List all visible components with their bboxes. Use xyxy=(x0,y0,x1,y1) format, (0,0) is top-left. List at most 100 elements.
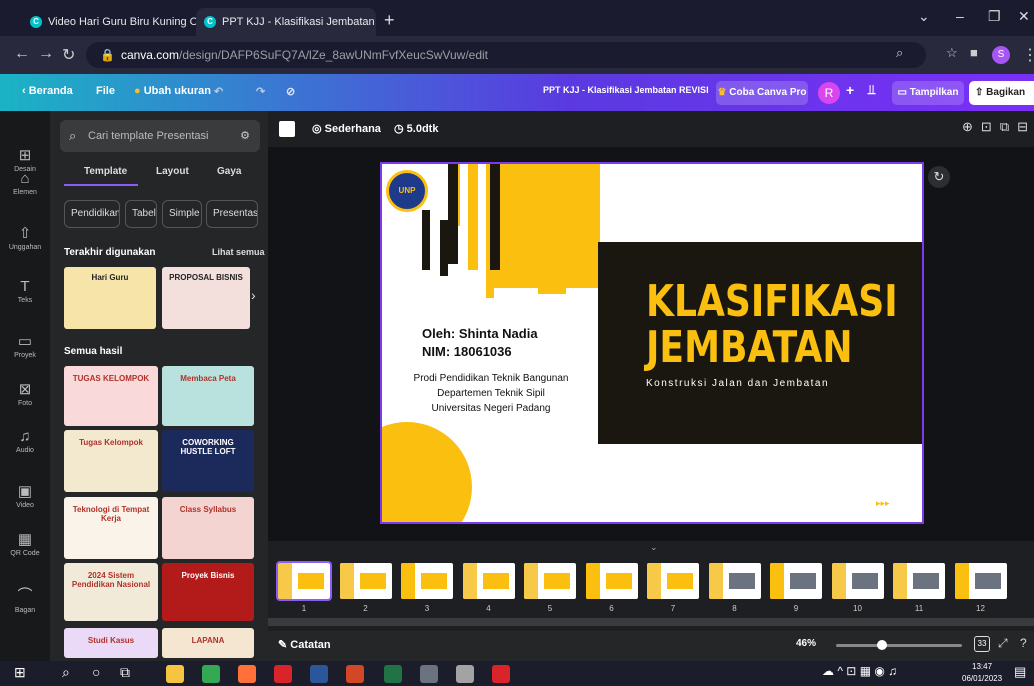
timing-button[interactable]: ◷ 5.0dtk xyxy=(394,122,438,135)
rail-item-elemen[interactable]: ⌂ Elemen xyxy=(0,170,50,196)
page-thumbnail[interactable] xyxy=(893,563,945,599)
powerpoint-icon[interactable] xyxy=(346,665,364,683)
page-thumbnail[interactable] xyxy=(831,563,884,599)
tab-layout[interactable]: Layout xyxy=(156,166,189,177)
template-result-thumb[interactable]: Proyek Bisnis xyxy=(162,563,254,621)
close-window-icon[interactable]: ✕ xyxy=(1018,8,1030,25)
help-icon[interactable]: ? xyxy=(1020,636,1027,650)
maximize-icon[interactable]: ❐ xyxy=(988,8,1001,25)
excel-icon[interactable] xyxy=(384,665,402,683)
filmstrip-scrollbar[interactable] xyxy=(268,618,1034,626)
cloud-save-icon[interactable]: ⊘ xyxy=(286,85,295,98)
slide-subtitle[interactable]: Konstruksi Jalan dan Jembatan xyxy=(646,378,829,389)
page-thumbnail[interactable] xyxy=(339,563,392,599)
windows-start-icon[interactable]: ⊞ xyxy=(14,664,26,681)
pdf-icon[interactable] xyxy=(492,665,510,683)
undo-icon[interactable]: ↶ xyxy=(214,85,223,98)
tab-style[interactable]: Gaya xyxy=(217,166,241,177)
carousel-next-icon[interactable]: › xyxy=(251,287,256,303)
browser-tab-active[interactable]: C PPT KJJ - Klasifikasi Jembatan RE ✕ xyxy=(196,8,376,36)
notifications-icon[interactable]: ▤ xyxy=(1014,664,1026,680)
slide-affiliation[interactable]: Prodi Pendidikan Teknik Bangunan Departe… xyxy=(396,371,586,416)
page-count-button[interactable]: 33 xyxy=(974,636,990,652)
tab-template[interactable]: Template xyxy=(84,166,127,177)
rail-item-desain[interactable]: ⊞ Desain xyxy=(0,146,50,173)
reload-icon[interactable]: ↻ xyxy=(62,45,75,65)
url-input[interactable]: 🔒 canva.com/design/DAFP6SuFQ7A/lZe_8awUNm… xyxy=(86,42,926,68)
acrobat-icon[interactable] xyxy=(274,665,292,683)
page-thumbnail[interactable] xyxy=(954,563,1007,599)
app-icon[interactable] xyxy=(456,665,474,683)
slide-title-line1[interactable]: KLASIFIKASI xyxy=(646,280,898,324)
refresh-suggestion-icon[interactable]: ↻ xyxy=(928,166,950,188)
chip-simple[interactable]: Simple xyxy=(162,200,202,228)
duplicate-page-icon[interactable]: ⧉ xyxy=(1000,119,1017,134)
template-result-thumb[interactable]: Class Syllabus xyxy=(162,497,254,559)
system-tray-icons[interactable]: ☁ ^ ⊡ ▦ ◉ ♫ xyxy=(822,664,897,678)
file-explorer-icon[interactable] xyxy=(166,665,184,683)
taskbar-search-icon[interactable]: ⌕ xyxy=(62,664,70,681)
file-menu-button[interactable]: File xyxy=(96,85,115,97)
page-actions[interactable]: ⊕⊡⧉⊟ xyxy=(962,119,1034,135)
lock-page-icon[interactable]: ⊕ xyxy=(962,119,981,134)
slide-canvas[interactable]: KLASIFIKASI JEMBATAN Konstruksi Jalan da… xyxy=(380,162,924,524)
back-icon[interactable]: ← xyxy=(14,45,30,63)
minimize-icon[interactable]: – xyxy=(956,8,964,24)
background-color-swatch[interactable] xyxy=(279,121,295,137)
bookmark-star-icon[interactable]: ☆ xyxy=(946,45,958,61)
template-result-thumb[interactable]: LAPANA xyxy=(162,628,254,658)
add-page-icon[interactable]: ⊡ xyxy=(981,119,1000,134)
page-thumbnail[interactable] xyxy=(770,563,822,599)
page-thumbnail[interactable] xyxy=(524,563,576,599)
notes-button[interactable]: ✎ Catatan xyxy=(278,638,331,651)
clock[interactable]: 13:47 06/01/2023 xyxy=(962,661,1002,685)
template-result-thumb[interactable]: Tugas Kelompok xyxy=(64,430,158,492)
rail-item-audio[interactable]: ♫ Audio xyxy=(0,428,50,454)
template-result-thumb[interactable]: 2024 Sistem Pendidikan Nasional xyxy=(64,563,158,621)
user-avatar[interactable]: R xyxy=(818,82,840,104)
chevron-down-icon[interactable]: ⌄ xyxy=(650,542,658,553)
present-button[interactable]: ▭ Tampilkan xyxy=(892,81,964,105)
delete-page-icon[interactable]: ⊟ xyxy=(1017,119,1034,134)
share-button[interactable]: ⇧ Bagikan xyxy=(969,81,1034,105)
template-search-input[interactable]: ⌕ Cari template Presentasi ⚙ xyxy=(60,120,260,152)
recent-template-thumb[interactable]: Hari Guru xyxy=(64,267,156,329)
page-thumbnail[interactable] xyxy=(708,563,761,599)
try-pro-button[interactable]: ♛ Coba Canva Pro xyxy=(716,81,808,105)
firefox-icon[interactable] xyxy=(238,665,256,683)
word-icon[interactable] xyxy=(310,665,328,683)
slide-title-line2[interactable]: JEMBATAN xyxy=(646,326,853,370)
rail-item-bagan[interactable]: ⌒ Bagan xyxy=(0,584,50,614)
document-title[interactable]: PPT KJJ - Klasifikasi Jembatan REVISI xyxy=(543,85,709,95)
page-thumbnail[interactable] xyxy=(276,561,332,601)
see-all-link[interactable]: Lihat semua xyxy=(212,247,265,257)
analytics-icon[interactable]: ⫫ xyxy=(868,82,875,98)
home-button[interactable]: ‹ Beranda xyxy=(22,85,73,97)
app-icon[interactable] xyxy=(420,665,438,683)
chip-pendidikan[interactable]: Pendidikan xyxy=(64,200,120,228)
zoom-slider-handle[interactable] xyxy=(877,640,887,650)
rail-item-teks[interactable]: T Teks xyxy=(0,278,50,304)
page-thumbnail[interactable] xyxy=(585,563,638,599)
template-result-thumb[interactable]: Membaca Peta xyxy=(162,366,254,426)
new-tab-icon[interactable]: + xyxy=(384,10,395,31)
transition-button[interactable]: ◎ Sederhana xyxy=(312,122,381,135)
template-result-thumb[interactable]: Studi Kasus xyxy=(64,628,158,658)
recent-template-thumb[interactable]: PROPOSAL BISNIS xyxy=(162,267,250,329)
rail-item-unggahan[interactable]: ⇧ Unggahan xyxy=(0,224,50,251)
rail-item-qr-code[interactable]: ▦ QR Code xyxy=(0,530,50,557)
page-thumbnail[interactable] xyxy=(462,563,515,599)
slide-nim[interactable]: NIM: 18061036 xyxy=(422,344,512,359)
forward-icon[interactable]: → xyxy=(38,45,54,63)
browser-tab[interactable]: C Video Hari Guru Biru Kuning Org ✕ xyxy=(22,8,210,36)
template-result-thumb[interactable]: COWORKING HUSTLE LOFT xyxy=(162,430,254,492)
chrome-icon[interactable] xyxy=(202,665,220,683)
profile-avatar[interactable]: S xyxy=(992,46,1010,64)
zoom-lens-icon[interactable]: ⌕ xyxy=(896,45,903,61)
resize-button[interactable]: ● Ubah ukuran xyxy=(134,85,211,97)
page-thumbnail[interactable] xyxy=(401,563,453,599)
rail-item-foto[interactable]: ⊠ Foto xyxy=(0,380,50,407)
browser-menu-icon[interactable]: ⋮ xyxy=(1022,45,1034,65)
redo-icon[interactable]: ↷ xyxy=(256,85,265,98)
fullscreen-icon[interactable]: ⤢ xyxy=(998,636,1008,651)
